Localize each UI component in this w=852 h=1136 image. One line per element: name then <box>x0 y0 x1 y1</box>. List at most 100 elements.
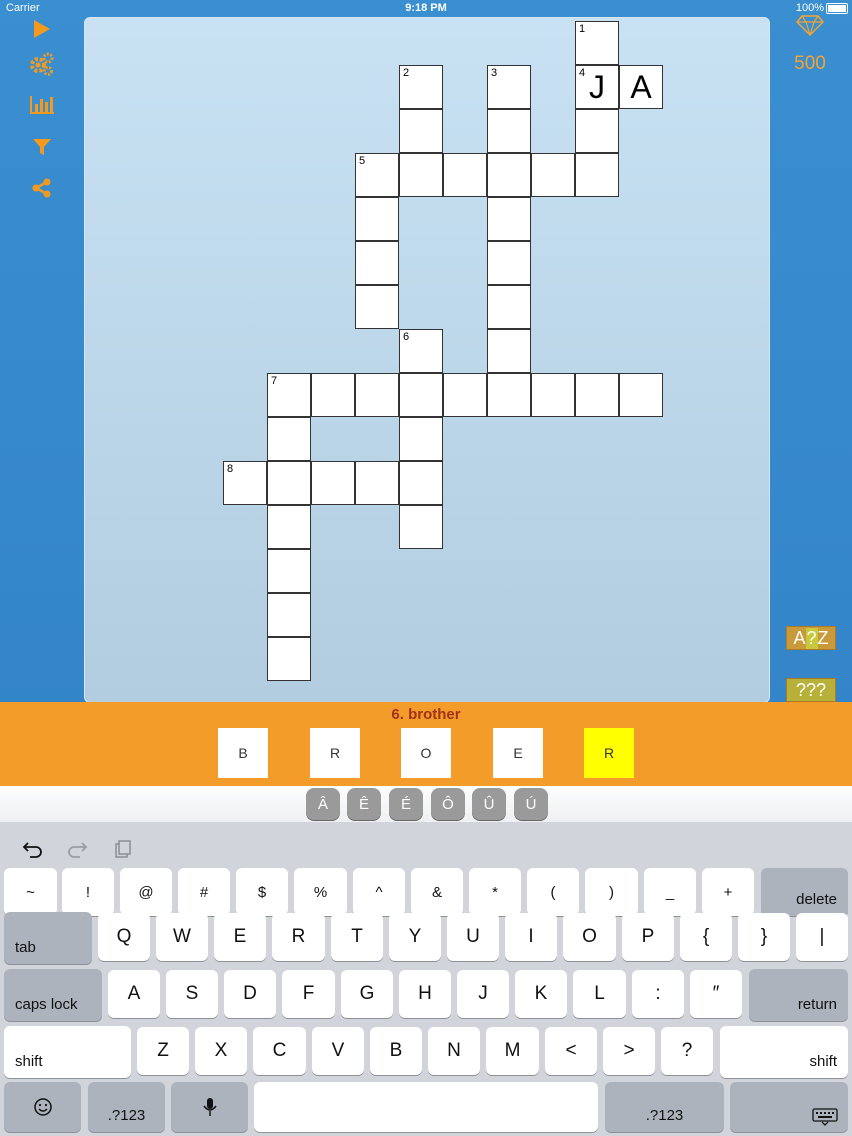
redo-icon[interactable] <box>62 838 92 860</box>
crossword-cell[interactable]: 8 <box>223 461 267 505</box>
filter-icon[interactable] <box>22 130 62 164</box>
reveal-letter-button[interactable]: A? Z <box>786 626 836 650</box>
numbers-key-left[interactable]: .?123 <box>88 1082 165 1132</box>
key[interactable]: T <box>331 913 383 961</box>
accent-key[interactable]: Ú <box>514 788 548 820</box>
crossword-cell[interactable] <box>399 461 443 505</box>
crossword-cell[interactable] <box>355 197 399 241</box>
crossword-cell[interactable] <box>267 593 311 637</box>
key[interactable]: : <box>632 970 684 1018</box>
key[interactable]: L <box>573 970 626 1018</box>
key[interactable]: + <box>702 868 754 916</box>
key[interactable]: @ <box>120 868 172 916</box>
gears-icon[interactable] <box>22 47 62 81</box>
crossword-cell[interactable]: 2 <box>399 65 443 109</box>
key[interactable]: W <box>156 913 208 961</box>
accent-key[interactable]: É <box>389 788 423 820</box>
crossword-cell[interactable] <box>487 241 531 285</box>
letter-tile[interactable]: E <box>493 728 543 778</box>
key[interactable]: M <box>486 1027 539 1075</box>
shift-key-right[interactable]: shift <box>720 1026 848 1078</box>
crossword-cell[interactable] <box>355 461 399 505</box>
key[interactable]: $ <box>236 868 288 916</box>
crossword-cell[interactable] <box>311 373 355 417</box>
crossword-cell[interactable]: 5 <box>355 153 399 197</box>
crossword-cell[interactable] <box>355 285 399 329</box>
crossword-cell[interactable] <box>399 417 443 461</box>
crossword-cell[interactable]: 6 <box>399 329 443 373</box>
key[interactable]: F <box>282 970 335 1018</box>
crossword-cell[interactable] <box>443 373 487 417</box>
key[interactable]: Y <box>389 913 441 961</box>
caps-lock-key[interactable]: caps lock <box>4 969 102 1021</box>
crossword-cell[interactable]: 1 <box>575 21 619 65</box>
key[interactable]: D <box>224 970 276 1018</box>
crossword-cell[interactable] <box>399 505 443 549</box>
delete-key[interactable]: delete <box>761 868 848 916</box>
key[interactable]: < <box>545 1027 597 1075</box>
crossword-cell[interactable] <box>487 285 531 329</box>
key[interactable]: ? <box>661 1027 713 1075</box>
key[interactable]: ! <box>62 868 114 916</box>
letter-tile[interactable]: O <box>401 728 451 778</box>
key[interactable]: V <box>312 1027 364 1075</box>
key[interactable]: I <box>505 913 557 961</box>
key[interactable]: B <box>370 1027 422 1075</box>
key[interactable]: C <box>253 1027 306 1075</box>
crossword-cell[interactable] <box>267 417 311 461</box>
return-key[interactable]: return <box>749 969 848 1021</box>
key[interactable]: A <box>108 970 160 1018</box>
crossword-cell[interactable] <box>267 461 311 505</box>
accent-key[interactable]: Ô <box>431 788 465 820</box>
crossword-cell[interactable] <box>399 109 443 153</box>
key[interactable]: G <box>341 970 393 1018</box>
key[interactable]: ) <box>585 868 638 916</box>
tab-key[interactable]: tab <box>4 912 92 964</box>
key[interactable]: S <box>166 970 218 1018</box>
accent-key[interactable]: Ê <box>347 788 381 820</box>
crossword-cell[interactable]: 4J <box>575 65 619 109</box>
crossword-cell[interactable] <box>443 153 487 197</box>
crossword-cell[interactable] <box>575 373 619 417</box>
undo-icon[interactable] <box>18 838 48 860</box>
letter-tile-selected[interactable]: R <box>584 728 634 778</box>
key[interactable]: X <box>195 1027 247 1075</box>
key[interactable]: % <box>294 868 347 916</box>
key[interactable]: ″ <box>690 970 742 1018</box>
key[interactable]: _ <box>644 868 696 916</box>
letter-tile[interactable]: R <box>310 728 360 778</box>
crossword-cell[interactable] <box>267 637 311 681</box>
key[interactable]: K <box>515 970 567 1018</box>
crossword-cell[interactable] <box>399 373 443 417</box>
key[interactable]: & <box>411 868 463 916</box>
space-key[interactable] <box>254 1082 598 1132</box>
crossword-cell[interactable] <box>487 373 531 417</box>
key[interactable]: U <box>447 913 499 961</box>
crossword-cell[interactable] <box>267 549 311 593</box>
key[interactable]: ( <box>527 868 579 916</box>
dictation-key[interactable] <box>171 1082 248 1132</box>
key[interactable]: R <box>272 913 325 961</box>
key[interactable]: J <box>457 970 509 1018</box>
crossword-cell[interactable] <box>355 241 399 285</box>
crossword-cell[interactable] <box>531 373 575 417</box>
play-icon[interactable] <box>22 12 62 46</box>
key[interactable]: N <box>428 1027 480 1075</box>
crossword-cell[interactable] <box>575 109 619 153</box>
crossword-cell[interactable] <box>575 153 619 197</box>
key[interactable]: P <box>622 913 674 961</box>
key[interactable]: | <box>796 913 848 961</box>
accent-key[interactable]: Â <box>306 788 340 820</box>
share-icon[interactable] <box>22 171 62 205</box>
key[interactable]: # <box>178 868 230 916</box>
crossword-cell[interactable] <box>487 153 531 197</box>
letter-tile[interactable]: B <box>218 728 268 778</box>
key[interactable]: Z <box>137 1027 189 1075</box>
key[interactable]: H <box>399 970 451 1018</box>
crossword-cell[interactable] <box>619 373 663 417</box>
crossword-cell[interactable]: 3 <box>487 65 531 109</box>
numbers-key-right[interactable]: .?123 <box>605 1082 724 1132</box>
key[interactable]: { <box>680 913 732 961</box>
reveal-word-button[interactable]: ??? <box>786 678 836 702</box>
emoji-key[interactable] <box>4 1082 81 1132</box>
